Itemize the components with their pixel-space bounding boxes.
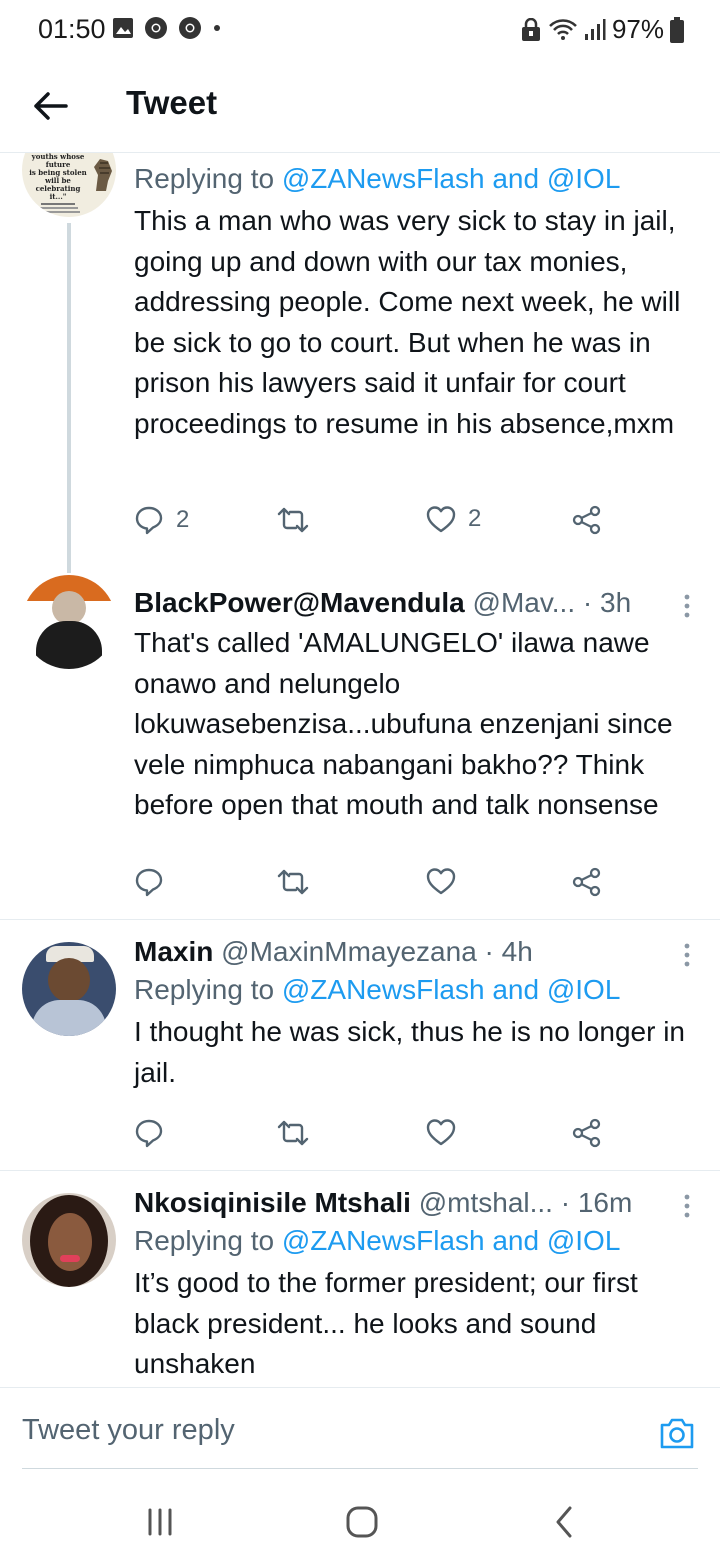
replying-to-link[interactable]: @ZANewsFlash and @IOL (282, 1225, 621, 1256)
status-notification-icons (112, 16, 222, 40)
tweet-content: Nkosiqinisile Mtshali @mtshal... · 16m R… (134, 1185, 700, 1385)
share-icon (572, 505, 601, 535)
battery-icon (670, 16, 684, 43)
reply-button[interactable]: 2 (134, 505, 189, 535)
replying-to-link[interactable]: @ZANewsFlash and @IOL (282, 163, 621, 194)
status-right: 97% (520, 14, 684, 45)
avatar-text-line: celebrating it..." (35, 184, 81, 201)
tweet-1[interactable]: youths whose future is being stolen will… (0, 153, 720, 573)
display-name[interactable]: Nkosiqinisile Mtshali (134, 1187, 411, 1218)
share-button[interactable] (572, 867, 602, 897)
tweet-time: · 16m (560, 1187, 633, 1218)
tweet-meta: Maxin @MaxinMmayezana · 4h (134, 934, 700, 970)
user-handle[interactable]: @MaxinMmayezana (221, 936, 477, 967)
share-icon (572, 867, 601, 897)
back-arrow-icon[interactable] (30, 86, 70, 126)
like-button[interactable] (426, 867, 456, 895)
tweet-content: BlackPower@Mavendula @Mav... · 3h That's… (134, 585, 700, 826)
tweet-text: That's called 'AMALUNGELO' ilawa nawe on… (134, 627, 673, 821)
chrome-icon (145, 17, 167, 39)
like-button[interactable] (426, 1118, 456, 1146)
avatar[interactable]: youths whose future is being stolen will… (22, 153, 116, 217)
status-time: 01:50 (38, 14, 106, 44)
chrome-icon (179, 17, 201, 39)
reply-icon (135, 868, 163, 897)
tweet-text: I thought he was sick, thus he is no lon… (134, 1016, 685, 1088)
lock-icon (521, 17, 540, 41)
tweet-meta: Nkosiqinisile Mtshali @mtshal... · 16m (134, 1185, 700, 1221)
tweet-time: · 4h (484, 936, 533, 967)
replying-to-link[interactable]: @ZANewsFlash and @IOL (282, 974, 621, 1005)
like-icon (426, 506, 456, 533)
status-bar: 01:50 97% (0, 0, 720, 60)
share-button[interactable] (572, 1118, 602, 1148)
avatar[interactable] (22, 575, 116, 669)
tweet-text: It’s good to the former president; our f… (134, 1267, 638, 1380)
tweet-text: This a man who was very sick to stay in … (134, 205, 681, 439)
like-button[interactable]: 2 (426, 505, 481, 533)
replying-prefix: Replying to (134, 163, 282, 194)
replying-to: Replying to @ZANewsFlash and @IOL (134, 159, 700, 199)
tweet-content: Maxin @MaxinMmayezana · 4h Replying to @… (134, 934, 700, 1093)
replying-to: Replying to @ZANewsFlash and @IOL (134, 970, 700, 1010)
battery-percent: 97% (611, 14, 664, 44)
camera-icon[interactable] (658, 1414, 696, 1452)
retweet-icon (277, 869, 309, 895)
home-icon[interactable] (342, 1502, 382, 1542)
share-icon (572, 1118, 601, 1148)
retweet-button[interactable] (276, 867, 310, 897)
share-button[interactable] (572, 505, 602, 535)
dot-icon (214, 25, 220, 31)
tweet-actions (134, 1118, 614, 1154)
reply-button[interactable] (134, 867, 164, 897)
like-count: 2 (468, 505, 482, 532)
fist-icon (94, 159, 112, 191)
composer-underline (22, 1468, 698, 1469)
tweet-3[interactable]: Maxin @MaxinMmayezana · 4h Replying to @… (0, 920, 720, 1170)
recents-icon[interactable] (140, 1502, 180, 1542)
like-icon (426, 1119, 456, 1146)
avatar[interactable] (22, 1193, 116, 1287)
more-icon[interactable] (682, 942, 692, 968)
replying-prefix: Replying to (134, 1225, 282, 1256)
avatar-text-line: is being stolen will be (29, 168, 87, 185)
avatar[interactable] (22, 942, 116, 1036)
like-icon (426, 868, 456, 895)
reply-count: 2 (176, 506, 190, 533)
signal-icon (584, 18, 606, 40)
thread-line (67, 223, 71, 573)
avatar-text-line: youths whose future (31, 153, 85, 169)
display-name[interactable]: Maxin (134, 936, 213, 967)
replying-prefix: Replying to (134, 974, 282, 1005)
tweet-meta: BlackPower@Mavendula @Mav... · 3h (134, 585, 700, 621)
tweet-actions (134, 867, 614, 903)
replying-to: Replying to @ZANewsFlash and @IOL (134, 1221, 700, 1261)
tweet-4[interactable]: Nkosiqinisile Mtshali @mtshal... · 16m R… (0, 1171, 720, 1387)
tweet-2[interactable]: BlackPower@Mavendula @Mav... · 3h That's… (0, 573, 720, 919)
user-handle[interactable]: @Mav... (473, 587, 576, 618)
reply-button[interactable] (134, 1118, 164, 1148)
more-icon[interactable] (682, 1193, 692, 1219)
user-handle[interactable]: @mtshal... (419, 1187, 553, 1218)
reply-icon (135, 1119, 163, 1148)
nav-back-icon[interactable] (544, 1502, 584, 1542)
more-icon[interactable] (682, 593, 692, 619)
retweet-icon (277, 507, 309, 533)
retweet-button[interactable] (276, 1118, 310, 1148)
display-name[interactable]: BlackPower@Mavendula (134, 587, 465, 618)
retweet-button[interactable] (276, 505, 310, 535)
retweet-icon (277, 1120, 309, 1146)
tweet-content: Replying to @ZANewsFlash and @IOL This a… (134, 159, 700, 445)
system-nav-bar (0, 1480, 720, 1560)
reply-composer[interactable]: Tweet your reply (0, 1387, 720, 1481)
tweet-feed[interactable]: youths whose future is being stolen will… (0, 153, 720, 1387)
tweet-time: · 3h (582, 587, 632, 618)
page-title: Tweet (126, 84, 218, 121)
tweet-actions: 2 2 (134, 505, 614, 541)
reply-icon (135, 506, 163, 535)
wifi-icon (549, 18, 577, 40)
top-app-bar: Tweet (0, 60, 720, 153)
gallery-icon (113, 18, 133, 38)
tweet-reply-input[interactable]: Tweet your reply (22, 1414, 235, 1447)
